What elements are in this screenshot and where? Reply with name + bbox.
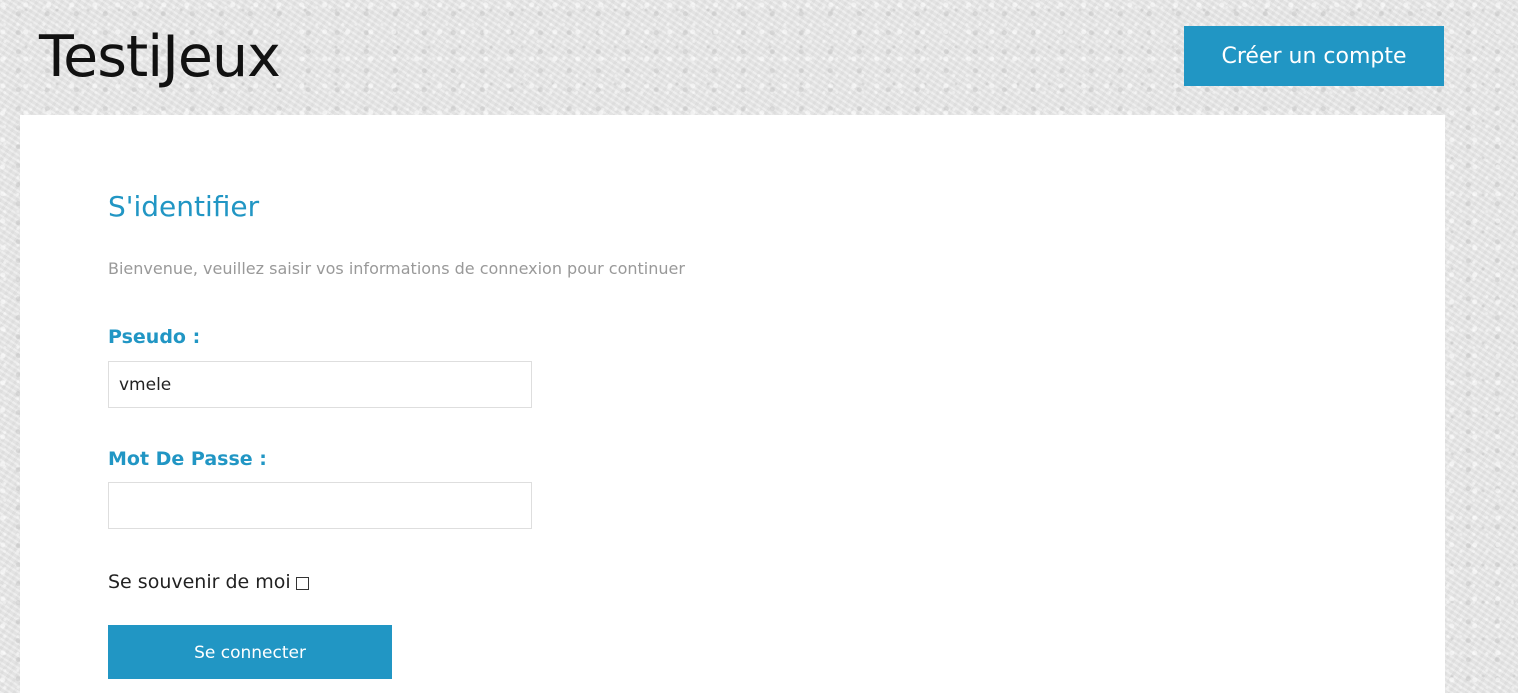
password-label: Mot De Passe :: [108, 448, 267, 470]
remember-me-row: Se souvenir de moi: [108, 569, 309, 595]
remember-me-checkbox[interactable]: [295, 576, 309, 590]
remember-me-label: Se souvenir de moi: [108, 571, 291, 593]
password-input[interactable]: [108, 482, 532, 529]
create-account-button[interactable]: Créer un compte: [1184, 26, 1444, 86]
login-subtitle: Bienvenue, veuillez saisir vos informati…: [108, 259, 685, 278]
username-input[interactable]: [108, 361, 532, 408]
login-panel: S'identifier Bienvenue, veuillez saisir …: [20, 115, 1445, 693]
site-title: TestiJeux: [39, 24, 281, 90]
username-label: Pseudo :: [108, 326, 201, 348]
login-title: S'identifier: [108, 190, 260, 223]
login-button[interactable]: Se connecter: [108, 625, 392, 679]
